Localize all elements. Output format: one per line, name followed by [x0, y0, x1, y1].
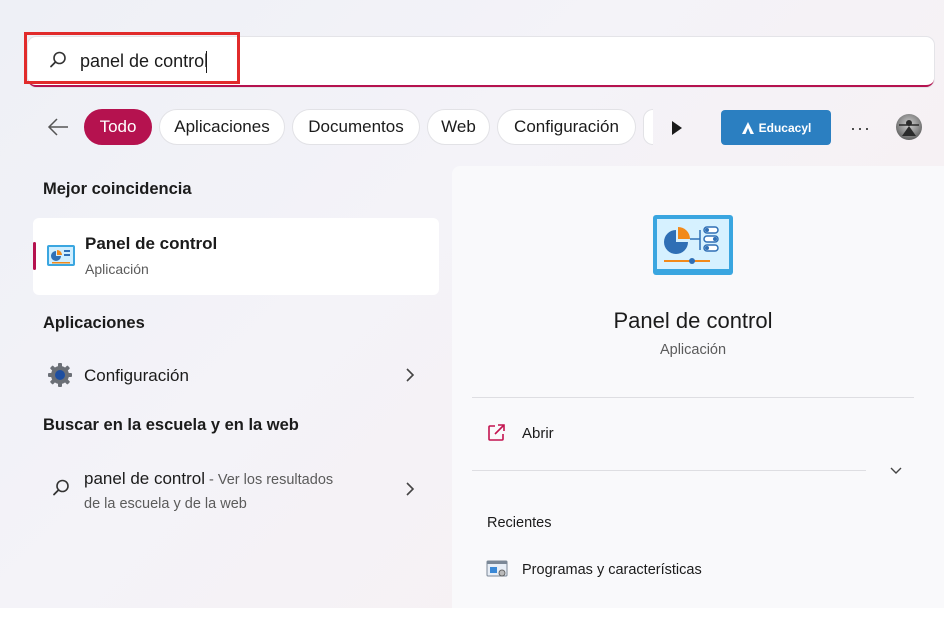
back-button[interactable]	[44, 113, 72, 141]
list-item-configuracion[interactable]: Configuración	[33, 354, 439, 398]
educacyl-label: Educacyl	[758, 120, 812, 135]
control-panel-icon	[46, 243, 76, 269]
recent-item[interactable]: Programas y características	[472, 552, 892, 586]
gear-icon	[47, 362, 73, 388]
list-item-label: Configuración	[84, 366, 189, 385]
open-button[interactable]: Abrir	[472, 414, 892, 454]
play-icon	[672, 121, 682, 135]
web-search-result[interactable]: panel de control - Ver los resultados de…	[33, 460, 439, 520]
best-match-item[interactable]: Panel de control Aplicación	[33, 218, 439, 295]
web-result-line2: de la escuela y de la web	[84, 496, 247, 512]
web-result-query: panel de control	[84, 469, 205, 488]
text-caret	[206, 51, 207, 73]
open-label: Abrir	[522, 425, 554, 442]
best-match-heading: Mejor coincidencia	[43, 180, 192, 198]
tab-documentos[interactable]: Documentos	[292, 109, 420, 145]
avatar[interactable]	[896, 114, 922, 140]
educacyl-logo-icon	[741, 121, 754, 134]
apps-heading: Aplicaciones	[43, 314, 145, 332]
back-arrow-icon	[47, 118, 68, 136]
divider	[472, 470, 866, 471]
detail-title: Panel de control	[613, 308, 773, 333]
recent-item-label: Programas y características	[522, 562, 702, 578]
chevron-right-icon	[403, 480, 417, 498]
tab-overflow[interactable]	[643, 109, 653, 145]
divider	[472, 397, 914, 398]
detail-subtitle: Aplicación	[659, 342, 727, 358]
programs-features-icon	[486, 560, 508, 578]
selection-indicator	[33, 242, 36, 270]
search-icon	[48, 50, 68, 70]
more-options-button[interactable]: ···	[850, 118, 872, 138]
tab-web[interactable]: Web	[427, 109, 490, 145]
bottom-area	[0, 608, 944, 640]
expand-button[interactable]	[888, 464, 904, 478]
control-panel-icon	[652, 214, 734, 276]
tab-configuracion[interactable]: Configuración	[497, 109, 636, 145]
search-icon	[51, 478, 71, 498]
chevron-down-icon	[890, 467, 902, 474]
web-result-suffix: - Ver los resultados	[204, 472, 334, 488]
educacyl-button[interactable]: Educacyl	[721, 110, 831, 145]
more-tabs-button[interactable]	[666, 118, 686, 138]
tab-todo[interactable]: Todo	[84, 109, 152, 145]
best-match-title: Panel de control	[85, 234, 218, 253]
detail-panel: Panel de control Aplicación Abrir Recien…	[452, 166, 944, 608]
web-result-line1: panel de control - Ver los resultados	[84, 469, 333, 489]
chevron-right-icon	[403, 366, 417, 384]
search-input[interactable]	[80, 49, 880, 73]
tab-aplicaciones[interactable]: Aplicaciones	[159, 109, 285, 145]
best-match-subtitle: Aplicación	[85, 261, 149, 277]
web-heading: Buscar en la escuela y en la web	[43, 416, 299, 434]
recent-heading: Recientes	[487, 515, 552, 531]
open-external-icon	[486, 423, 506, 443]
